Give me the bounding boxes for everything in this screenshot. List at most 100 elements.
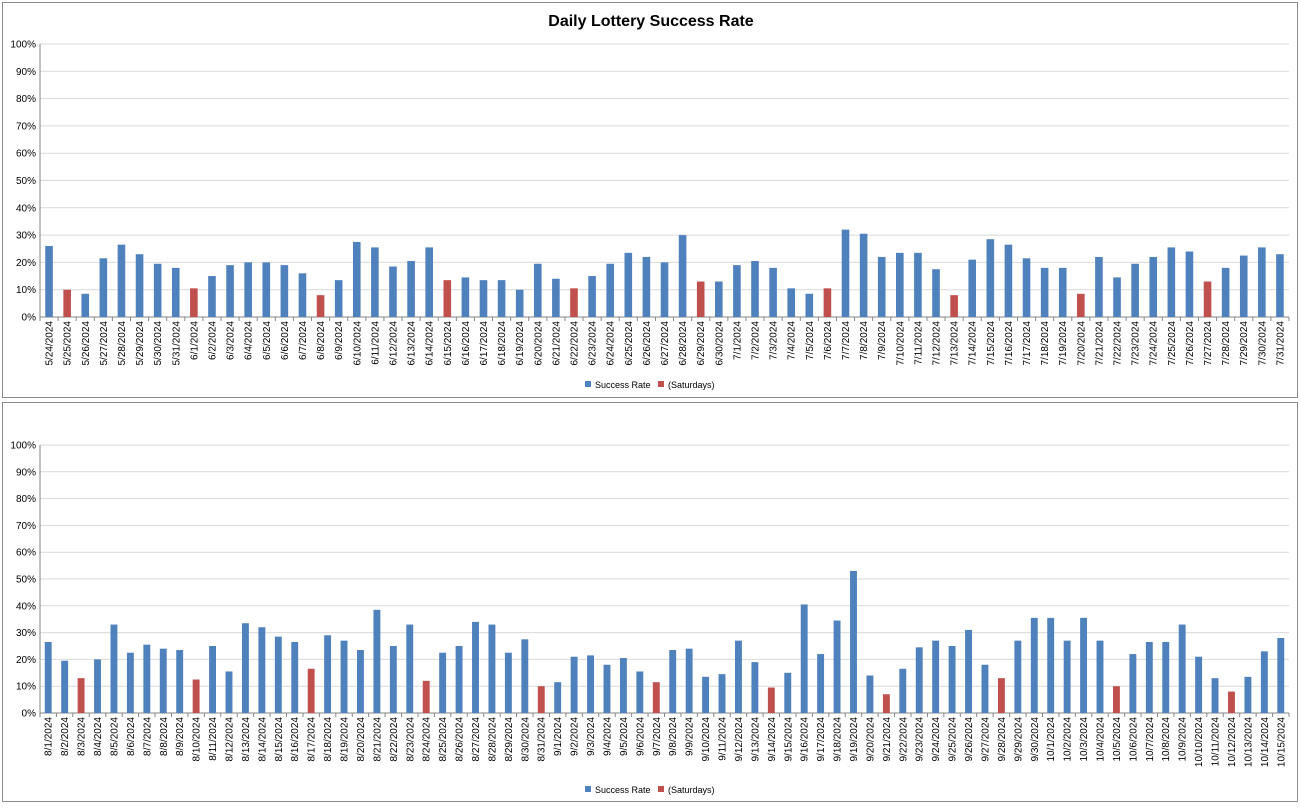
x-tick-label: 7/30/2024 xyxy=(1257,321,1268,366)
bar-saturday xyxy=(422,680,430,713)
bar-success-rate xyxy=(841,229,850,317)
x-tick-label: 6/23/2024 xyxy=(588,321,599,366)
x-tick-label: 6/29/2024 xyxy=(696,321,707,366)
x-tick-label: 9/24/2024 xyxy=(931,717,942,762)
x-tick-label: 7/17/2024 xyxy=(1022,321,1033,366)
bar-success-rate xyxy=(389,646,397,713)
x-tick-label: 8/22/2024 xyxy=(389,717,400,762)
x-tick-label: 6/16/2024 xyxy=(461,321,472,366)
bar-success-rate xyxy=(1239,255,1248,317)
bar-saturday xyxy=(570,288,578,317)
bar-success-rate xyxy=(439,652,447,713)
bar-success-rate xyxy=(636,671,644,713)
x-tick-label: 9/29/2024 xyxy=(1013,717,1024,762)
x-tick-label: 8/3/2024 xyxy=(77,717,88,756)
x-tick-label: 9/7/2024 xyxy=(652,717,663,756)
x-tick-label: 6/6/2024 xyxy=(280,321,291,360)
x-tick-label: 6/10/2024 xyxy=(352,321,363,366)
bar-success-rate xyxy=(850,570,857,713)
bar-success-rate xyxy=(280,265,289,317)
bar-success-rate xyxy=(1178,624,1186,713)
y-tick-label: 90% xyxy=(16,67,36,78)
chart-title: Daily Lottery Success Rate xyxy=(548,13,754,30)
x-tick-label: 7/11/2024 xyxy=(913,321,924,365)
x-tick-label: 10/15/2024 xyxy=(1276,717,1287,767)
x-tick-label: 7/24/2024 xyxy=(1149,321,1160,366)
x-tick-label: 10/11/2024 xyxy=(1211,717,1222,767)
bar-success-rate xyxy=(915,647,923,713)
bar-success-rate xyxy=(619,658,627,713)
bar-success-rate xyxy=(800,604,808,713)
x-tick-label: 10/5/2024 xyxy=(1112,717,1123,762)
legend-label-saturdays: (Saturdays) xyxy=(668,785,715,795)
bar-saturday xyxy=(767,687,775,713)
bar-success-rate xyxy=(298,273,307,317)
bar-success-rate xyxy=(44,641,52,713)
x-tick-label: 10/2/2024 xyxy=(1063,717,1074,762)
bar-success-rate xyxy=(94,659,101,713)
x-tick-label: 9/8/2024 xyxy=(668,717,679,756)
bar-success-rate xyxy=(1058,267,1067,317)
y-tick-label: 100% xyxy=(10,441,36,452)
bar-saturday xyxy=(63,289,71,317)
bar-success-rate xyxy=(533,263,542,317)
bar-success-rate xyxy=(1030,617,1038,713)
x-tick-label: 8/24/2024 xyxy=(422,717,433,762)
x-tick-label: 7/18/2024 xyxy=(1040,321,1051,366)
x-tick-label: 7/13/2024 xyxy=(950,321,961,366)
bar-success-rate xyxy=(1162,641,1170,713)
x-tick-label: 7/25/2024 xyxy=(1167,321,1178,366)
x-tick-label: 8/14/2024 xyxy=(257,717,268,762)
bar-saturday xyxy=(77,678,85,713)
bar-success-rate xyxy=(751,662,759,713)
x-tick-label: 9/4/2024 xyxy=(602,717,613,756)
bar-success-rate xyxy=(208,276,216,317)
bar-success-rate xyxy=(324,635,332,713)
x-tick-label: 6/8/2024 xyxy=(316,321,327,360)
bar-saturday xyxy=(652,682,660,713)
x-tick-label: 8/18/2024 xyxy=(323,717,334,762)
chart-bottom: 0% 10% 20% 30% 40% 50% 60% 70% 80% 90% 100% 8/1/202… xyxy=(10,441,1290,795)
x-tick-label: 9/22/2024 xyxy=(898,717,909,762)
x-tick-label: 9/25/2024 xyxy=(948,717,959,762)
bar-success-rate xyxy=(735,640,742,713)
bar-success-rate xyxy=(1244,676,1252,713)
bar-success-rate xyxy=(407,261,415,317)
x-tick-label: 6/7/2024 xyxy=(298,321,309,360)
x-tick-label: 6/9/2024 xyxy=(334,321,345,360)
bar-success-rate xyxy=(1277,637,1285,713)
x-tick-label: 7/4/2024 xyxy=(787,321,798,360)
bar-success-rate xyxy=(1096,640,1104,713)
bar-success-rate xyxy=(159,648,167,713)
y-tick-label: 30% xyxy=(16,628,36,639)
bar-success-rate xyxy=(554,682,562,713)
x-tick-label: 7/22/2024 xyxy=(1113,321,1124,366)
bar-success-rate xyxy=(258,627,266,713)
bar-success-rate xyxy=(371,247,379,317)
legend-swatch-success-rate xyxy=(585,786,591,792)
bar-success-rate xyxy=(678,235,687,317)
x-tick-label: 10/6/2024 xyxy=(1128,717,1139,762)
bar-success-rate xyxy=(733,265,741,317)
x-tick-label: 6/24/2024 xyxy=(606,321,617,366)
bar-success-rate xyxy=(899,668,907,713)
bar-success-rate xyxy=(352,241,361,317)
y-tick-label: 50% xyxy=(16,575,36,586)
x-tick-label: 7/20/2024 xyxy=(1076,321,1087,366)
x-tick-label: 7/29/2024 xyxy=(1239,321,1250,366)
x-tick-label: 9/10/2024 xyxy=(701,717,712,762)
bar-success-rate xyxy=(877,256,886,317)
x-tick-label: 6/25/2024 xyxy=(624,321,635,366)
x-tick-label: 10/7/2024 xyxy=(1145,717,1156,762)
x-tick-label: 8/12/2024 xyxy=(224,717,235,762)
x-tick-label: 8/26/2024 xyxy=(455,717,466,762)
x-tick-label: 9/13/2024 xyxy=(750,717,761,762)
x-tick-label: 9/2/2024 xyxy=(570,717,581,756)
legend-label-success-rate: Success Rate xyxy=(595,785,651,795)
plot-area-top: 0% 10% 20% 30% 40% 50% 60% 70% 80% 90% 100% 5/24/20… xyxy=(10,40,1290,366)
bar-success-rate xyxy=(389,266,397,317)
x-tick-label: 5/26/2024 xyxy=(81,321,92,366)
bar-success-rate xyxy=(1211,678,1219,713)
bar-success-rate xyxy=(521,639,529,713)
bar-success-rate xyxy=(914,252,922,317)
